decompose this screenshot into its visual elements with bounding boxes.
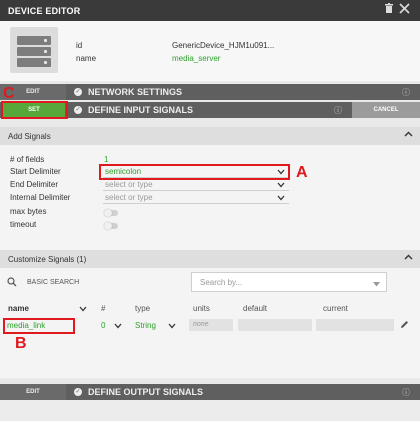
column-header-num: # — [101, 304, 106, 313]
close-icon[interactable] — [399, 3, 410, 17]
edit-pencil-icon[interactable] — [400, 320, 409, 331]
basic-search-label[interactable]: BASIC SEARCH — [27, 279, 79, 286]
name-label: name — [76, 54, 97, 63]
chevron-up-icon[interactable] — [404, 253, 413, 265]
column-header-units: units — [193, 304, 210, 313]
chevron-down-icon[interactable] — [114, 322, 122, 331]
end-delimiter-placeholder: select or type — [105, 180, 153, 189]
annotation-letter-a: A — [296, 164, 308, 181]
annotation-box-c — [1, 101, 68, 119]
column-header-current: current — [323, 304, 348, 313]
signal-type[interactable]: String — [135, 321, 156, 330]
start-delimiter-label: Start Delimiter — [10, 167, 61, 176]
max-bytes-label: max bytes — [10, 207, 47, 216]
timeout-label: timeout — [10, 220, 37, 229]
output-signals-title: DEFINE OUTPUT SIGNALS — [88, 387, 204, 397]
end-delimiter-select[interactable]: select or type — [103, 180, 289, 191]
annotation-box-b — [3, 318, 75, 334]
info-icon[interactable]: ⓘ — [402, 387, 410, 398]
annotation-letter-c: C — [3, 85, 15, 102]
max-bytes-toggle[interactable] — [104, 209, 118, 217]
caret-down-icon — [373, 280, 380, 289]
chevron-down-icon[interactable] — [79, 305, 87, 314]
search-icon[interactable] — [7, 277, 17, 289]
signal-units: none — [193, 321, 209, 328]
customize-signals-header[interactable]: Customize Signals (1) — [0, 250, 420, 268]
footer-area — [0, 400, 420, 421]
internal-delimiter-select[interactable]: select or type — [103, 193, 289, 204]
internal-delimiter-placeholder: select or type — [105, 193, 153, 202]
check-circle-icon: ✓ — [74, 88, 82, 96]
annotation-box-a — [99, 164, 290, 180]
fields-value[interactable]: 1 — [104, 155, 108, 164]
end-delimiter-label: End Delimiter — [10, 180, 59, 189]
info-icon[interactable]: ⓘ — [402, 87, 410, 98]
title-bar: DEVICE EDITOR — [0, 0, 420, 21]
units-field[interactable]: none — [189, 319, 233, 331]
device-id-value: GenericDevice_HJM1u091... — [172, 41, 275, 50]
input-signals-title: DEFINE INPUT SIGNALS — [88, 105, 194, 115]
annotation-letter-b: B — [15, 335, 27, 352]
chevron-down-icon[interactable] — [168, 322, 176, 331]
column-header-default: default — [243, 304, 268, 313]
chevron-up-icon[interactable] — [404, 130, 413, 142]
device-name-value: media_server — [172, 54, 221, 63]
server-icon — [10, 27, 58, 73]
add-signals-header[interactable]: Add Signals — [0, 127, 420, 145]
chevron-down-icon — [277, 181, 285, 190]
info-icon[interactable]: ⓘ — [334, 105, 342, 116]
output-edit-button[interactable]: EDIT — [0, 384, 66, 400]
network-settings-bar: EDIT ✓ NETWORK SETTINGS ⓘ — [0, 84, 420, 100]
fields-label: # of fields — [10, 155, 45, 164]
device-header: id GenericDevice_HJM1u091... name media_… — [0, 21, 420, 81]
add-signals-title: Add Signals — [8, 132, 51, 141]
signal-num[interactable]: 0 — [101, 321, 105, 330]
check-circle-icon: ✓ — [74, 106, 82, 114]
add-signals-panel: # of fields 1 Start Delimiter semicolon … — [0, 145, 420, 250]
output-signals-bar: EDIT ✓ DEFINE OUTPUT SIGNALS ⓘ — [0, 384, 420, 400]
network-settings-title: NETWORK SETTINGS — [88, 87, 182, 97]
window-title: DEVICE EDITOR — [8, 6, 81, 16]
internal-delimiter-label: Internal Delimiter — [10, 193, 71, 202]
trash-icon[interactable] — [384, 3, 394, 17]
column-header-type: type — [135, 304, 151, 313]
cancel-button[interactable]: CANCEL — [352, 102, 420, 118]
customize-signals-title: Customize Signals (1) — [8, 255, 87, 264]
column-header-name[interactable]: name — [8, 304, 29, 313]
search-input[interactable]: Search by... — [191, 272, 387, 292]
default-field[interactable] — [238, 319, 312, 331]
search-placeholder: Search by... — [200, 278, 243, 287]
check-circle-icon: ✓ — [74, 388, 82, 396]
current-field — [316, 319, 394, 331]
chevron-down-icon — [277, 194, 285, 203]
id-label: id — [76, 41, 83, 50]
timeout-toggle[interactable] — [104, 222, 118, 230]
